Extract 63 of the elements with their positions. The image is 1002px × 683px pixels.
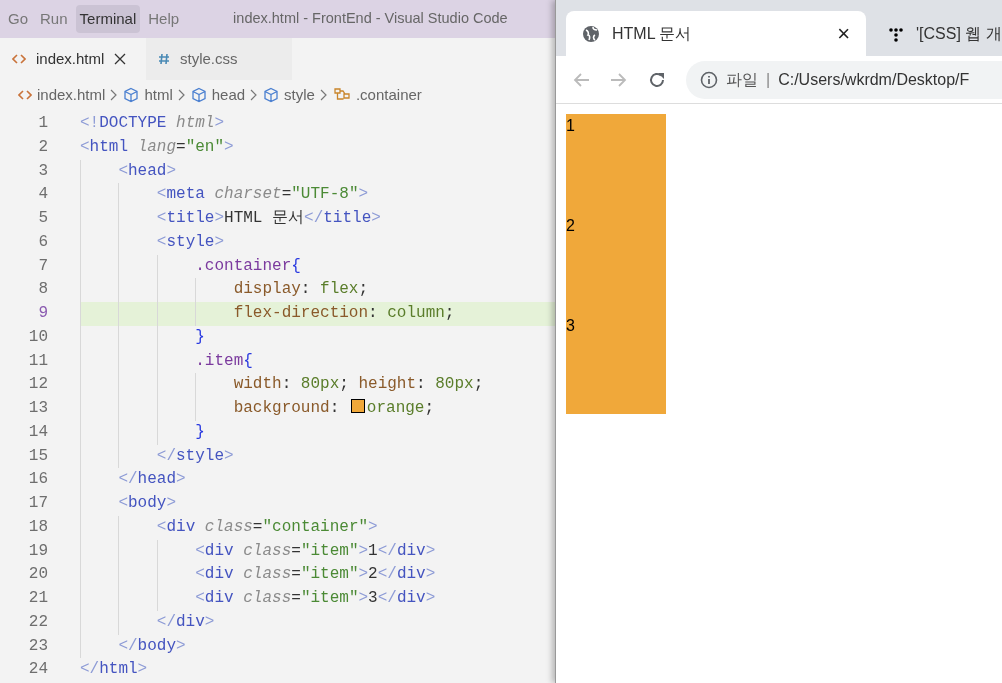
line-number: 15	[27, 445, 48, 467]
breadcrumb-item[interactable]: head	[211, 83, 246, 107]
line-number: 18	[27, 516, 48, 538]
reload-icon[interactable]	[648, 70, 666, 89]
breadcrumb-item[interactable]: .container	[355, 83, 422, 107]
item-label: 2	[566, 217, 575, 234]
line-number: 5	[37, 208, 48, 229]
menu-item[interactable]: Help	[144, 4, 184, 34]
cube-icon	[263, 87, 280, 103]
tab-title: HTML 문서	[612, 23, 693, 44]
code-icon	[12, 53, 26, 65]
cube-icon	[123, 87, 140, 103]
line-number: 14	[27, 421, 48, 443]
browser-tab[interactable]: '[CSS] 웹 개	[872, 11, 1002, 56]
address-bar[interactable]: 파일 | C:/Users/wkrdm/Desktop/F	[686, 60, 1002, 99]
line-number: 3	[37, 160, 48, 182]
breadcrumb-item[interactable]: index.html	[37, 83, 106, 107]
menu-item[interactable]: Go	[4, 4, 32, 34]
line-number: 17	[27, 493, 48, 514]
scheme-label: 파일	[726, 69, 758, 90]
info-icon	[700, 70, 718, 89]
line-number: 4	[37, 184, 48, 206]
line-number: 2	[37, 136, 48, 158]
globe-icon	[582, 24, 600, 43]
tab-close-button[interactable]: ×	[837, 22, 850, 45]
close-icon[interactable]	[114, 53, 127, 65]
item-label: 1	[566, 117, 575, 134]
line-number: 12	[27, 374, 48, 396]
cube-icon	[190, 87, 207, 103]
line-number: 23	[27, 635, 48, 657]
line-number: 20	[27, 564, 48, 586]
url-text: C:/Users/wkrdm/Desktop/F	[778, 69, 970, 90]
breadcrumb-item[interactable]: style	[284, 83, 315, 107]
menu-item[interactable]: Terminal	[75, 4, 141, 34]
code-icon	[18, 89, 32, 101]
line-number: 10	[27, 326, 48, 348]
line-number: 19	[27, 540, 48, 562]
dots-icon	[888, 25, 904, 42]
hash-icon	[158, 53, 170, 65]
color-swatch[interactable]	[350, 399, 365, 413]
item-label: 3	[566, 317, 575, 334]
line-number: 21	[27, 588, 48, 609]
line-number: 7	[37, 255, 48, 277]
breadcrumb-item[interactable]: html	[144, 83, 173, 107]
window-title: index.html - FrontEnd - Visual Studio Code	[233, 9, 508, 29]
structure-icon	[332, 87, 351, 103]
code-line: <!DOCTYPE html>	[80, 114, 225, 132]
line-number: 24	[27, 659, 48, 681]
code-line: <html lang="en">	[80, 137, 234, 156]
line-number: 6	[37, 231, 48, 253]
line-number: 9	[37, 303, 48, 324]
separator: |	[766, 69, 771, 90]
line-number: 22	[27, 611, 48, 633]
tab-title: '[CSS] 웹 개	[916, 23, 1002, 44]
line-number: 11	[27, 350, 48, 372]
line-number: 16	[27, 469, 48, 491]
menu-item[interactable]: Run	[36, 4, 72, 34]
browser-tab[interactable]: HTML 문서 ×	[566, 11, 866, 56]
line-number: 8	[37, 279, 48, 301]
line-number: 1	[37, 113, 48, 134]
editor-tab[interactable]: style.css	[146, 38, 292, 80]
line-number: 13	[27, 398, 48, 419]
code-line: </html>	[80, 660, 148, 679]
